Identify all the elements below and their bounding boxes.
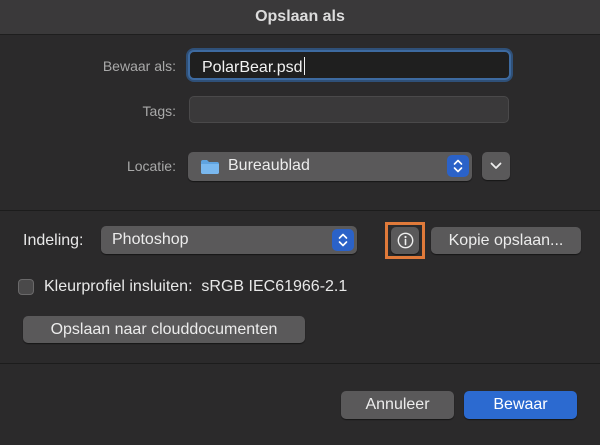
expand-button[interactable] <box>482 152 510 180</box>
save-as-label: Bewaar als: <box>102 58 176 74</box>
color-profile-checkbox[interactable] <box>18 279 34 295</box>
filename-field[interactable]: PolarBear.psd <box>188 50 511 80</box>
text-caret <box>303 57 305 75</box>
folder-icon <box>200 159 220 180</box>
tags-label: Tags: <box>142 103 176 119</box>
divider-bottom <box>0 363 600 364</box>
color-profile-label: Kleurprofiel insluiten: sRGB IEC61966-2.… <box>44 278 348 295</box>
info-icon <box>397 232 414 249</box>
info-button[interactable] <box>391 227 419 254</box>
divider-top <box>0 210 600 211</box>
format-label: Indeling: <box>23 232 84 249</box>
cancel-button[interactable]: Annuleer <box>341 391 454 419</box>
location-stepper-icon <box>447 155 469 177</box>
save-to-cloud-button[interactable]: Opslaan naar clouddocumenten <box>23 316 305 343</box>
format-popup[interactable]: Photoshop <box>101 226 357 254</box>
format-stepper-icon <box>332 229 354 251</box>
tags-field[interactable] <box>189 96 509 123</box>
location-value: Bureaublad <box>228 157 310 174</box>
location-label: Locatie: <box>126 158 176 174</box>
filename-value: PolarBear.psd <box>202 59 303 76</box>
save-copy-button[interactable]: Kopie opslaan... <box>431 227 581 254</box>
location-popup[interactable]: Bureaublad <box>188 152 472 181</box>
format-value: Photoshop <box>112 231 189 248</box>
chevron-down-icon <box>490 162 502 169</box>
save-button[interactable]: Bewaar <box>464 391 577 419</box>
dialog-title: Opslaan als <box>0 0 600 35</box>
